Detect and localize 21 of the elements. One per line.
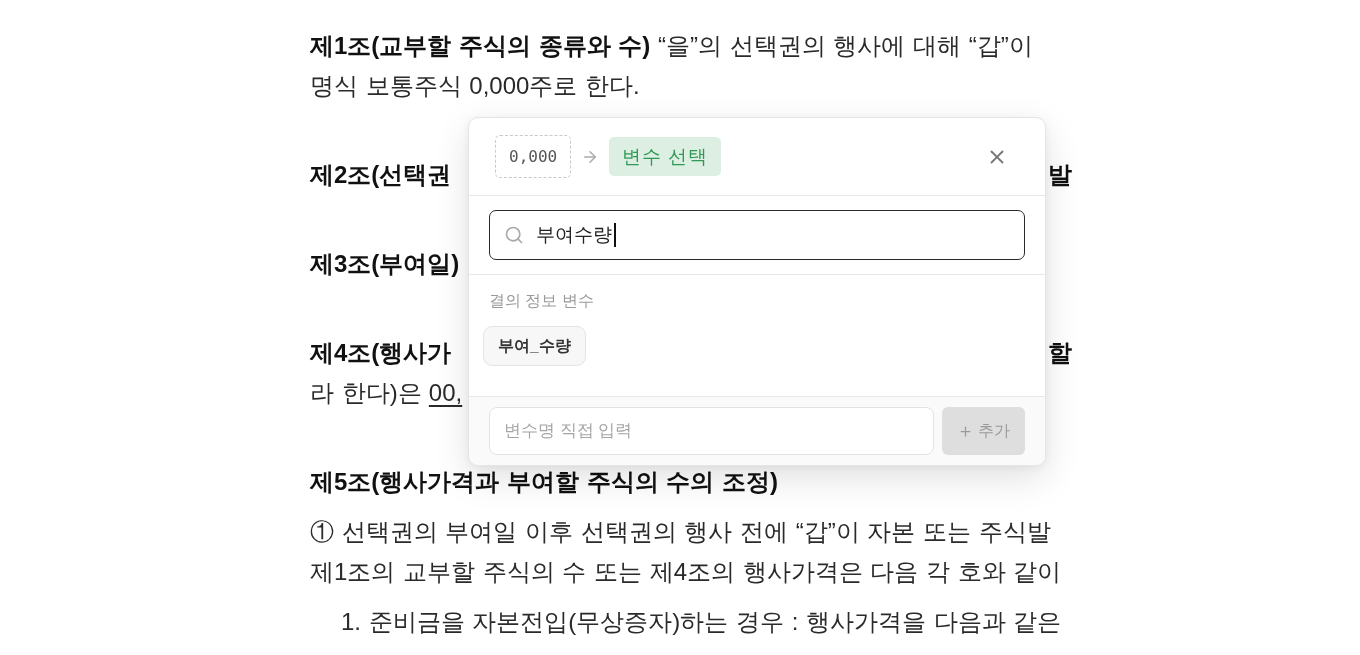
body-text: 제1조(교부할 주식의 종류와 수) “을”의 선택권의 행사에 대해 “갑”이 (310, 31, 1033, 61)
variable-chip[interactable]: 부여_수량 (483, 326, 586, 366)
section-label: 결의 정보 변수 (489, 291, 594, 311)
body-text: ① 선택권의 부여일 이후 선택권의 행사 전에 “갑”이 자본 또는 주식발 (310, 517, 1051, 547)
body-text: 제1조의 교부할 주식의 수 또는 제4조의 행사가격은 다음 각 호와 같이 (310, 557, 1062, 587)
variable-placeholder[interactable]: 00, (428, 379, 463, 406)
variable-name-input[interactable]: 변수명 직접 입력 (489, 407, 934, 455)
source-value-tag: 0,000 (495, 135, 572, 178)
article-heading: 제2조(선택권 (310, 160, 452, 190)
body-text: 명식 보통주식 0,000주로 한다. (310, 71, 640, 101)
search-field[interactable]: 부여수량 (489, 210, 1025, 260)
body-text: 라 한다)은 00, (310, 378, 463, 408)
search-icon (504, 225, 524, 245)
text-cursor-icon (614, 223, 616, 247)
heading-fragment: 발 (1048, 160, 1072, 190)
article-heading: 제3조(부여일) (310, 249, 460, 279)
heading-fragment: 할 (1048, 338, 1072, 368)
article-heading: 제5조(행사가격과 부여할 주식의 수의 조정) (310, 467, 778, 497)
body-text: 1. 준비금을 자본전입(무상증자)하는 경우 : 행사가격을 다음과 같은 (341, 607, 1062, 637)
plus-icon (957, 423, 973, 439)
article-heading: 제4조(행사가 (310, 338, 452, 368)
